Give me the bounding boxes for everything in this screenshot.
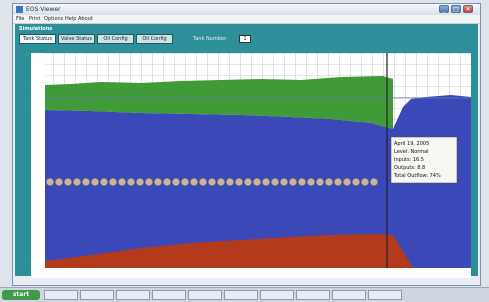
dot-marker — [55, 178, 63, 186]
dot-marker — [316, 178, 324, 186]
dot-marker — [154, 178, 162, 186]
close-button[interactable]: ✕ — [463, 5, 473, 13]
dot-marker — [208, 178, 216, 186]
tab-valve-status[interactable]: Valve Status — [58, 34, 95, 44]
taskbar-item[interactable] — [332, 290, 366, 300]
dot-marker — [127, 178, 135, 186]
tooltip-line-3: Inputs: 16.5 — [394, 157, 424, 163]
menu-file[interactable]: File — [16, 15, 24, 23]
taskbar: start — [0, 287, 489, 302]
dot-marker — [253, 178, 261, 186]
app-icon — [16, 6, 23, 13]
dot-marker — [172, 178, 180, 186]
start-button[interactable]: start — [2, 290, 40, 300]
dot-marker — [289, 178, 297, 186]
taskbar-item[interactable] — [188, 290, 222, 300]
application-window: EOS Viewer _ □ ✕ File Print Options Help… — [12, 3, 481, 286]
dot-marker — [217, 178, 225, 186]
y-axis-band — [31, 53, 45, 278]
dot-marker — [343, 178, 351, 186]
dot-row — [46, 178, 378, 186]
title-bar: EOS Viewer _ □ ✕ — [13, 4, 480, 15]
dot-marker — [82, 178, 90, 186]
dot-marker — [361, 178, 369, 186]
x-axis-band — [31, 268, 471, 278]
dot-marker — [118, 178, 126, 186]
tooltip-line-5: Total Outflow: 74% — [393, 173, 441, 179]
dot-marker — [145, 178, 153, 186]
menu-print[interactable]: Print — [29, 15, 41, 23]
tank-number-select[interactable]: 1 — [239, 35, 251, 43]
dot-marker — [46, 178, 54, 186]
dot-marker — [190, 178, 198, 186]
maximize-button[interactable]: □ — [451, 5, 461, 13]
dot-marker — [235, 178, 243, 186]
dot-marker — [370, 178, 378, 186]
dot-marker — [307, 178, 315, 186]
dot-marker — [163, 178, 171, 186]
tab-oil-config-2[interactable]: Oil Config — [136, 34, 173, 44]
dot-marker — [199, 178, 207, 186]
dot-marker — [136, 178, 144, 186]
dot-marker — [280, 178, 288, 186]
dot-marker — [271, 178, 279, 186]
taskbar-item[interactable] — [260, 290, 294, 300]
taskbar-item[interactable] — [80, 290, 114, 300]
tooltip-line-4: Outputs: 8.8 — [394, 165, 425, 171]
window-title: EOS Viewer — [26, 6, 61, 13]
dot-marker — [244, 178, 252, 186]
menu-bar: File Print Options Help About — [13, 15, 480, 24]
menu-options[interactable]: Options — [44, 15, 63, 23]
dot-marker — [100, 178, 108, 186]
panel-title: Simulations — [19, 26, 53, 32]
dot-marker — [73, 178, 81, 186]
dot-marker — [109, 178, 117, 186]
dot-marker — [64, 178, 72, 186]
dot-marker — [352, 178, 360, 186]
taskbar-item[interactable] — [224, 290, 258, 300]
minimize-button[interactable]: _ — [439, 5, 449, 13]
dot-marker — [181, 178, 189, 186]
dot-marker — [325, 178, 333, 186]
taskbar-item[interactable] — [152, 290, 186, 300]
taskbar-item[interactable] — [44, 290, 78, 300]
menu-about[interactable]: About — [78, 15, 93, 23]
chart-svg: April 19, 2005 Level: Normal Inputs: 16.… — [31, 53, 471, 278]
tank-number-label: Tank Number: — [193, 36, 228, 42]
tab-oil-config-1[interactable]: Oil Config — [97, 34, 134, 44]
tooltip: April 19, 2005 Level: Normal Inputs: 16.… — [390, 136, 458, 184]
dot-marker — [334, 178, 342, 186]
dot-marker — [298, 178, 306, 186]
tooltip-line-2: Level: Normal — [394, 149, 429, 155]
dot-marker — [262, 178, 270, 186]
tank-level-chart: April 19, 2005 Level: Normal Inputs: 16.… — [31, 53, 471, 278]
taskbar-item[interactable] — [116, 290, 150, 300]
tab-tank-status[interactable]: Tank Status — [19, 34, 56, 44]
taskbar-item[interactable] — [368, 290, 402, 300]
taskbar-item[interactable] — [296, 290, 330, 300]
tooltip-line-1: April 19, 2005 — [394, 141, 429, 147]
menu-help[interactable]: Help — [65, 15, 76, 23]
dot-marker — [226, 178, 234, 186]
dot-marker — [91, 178, 99, 186]
